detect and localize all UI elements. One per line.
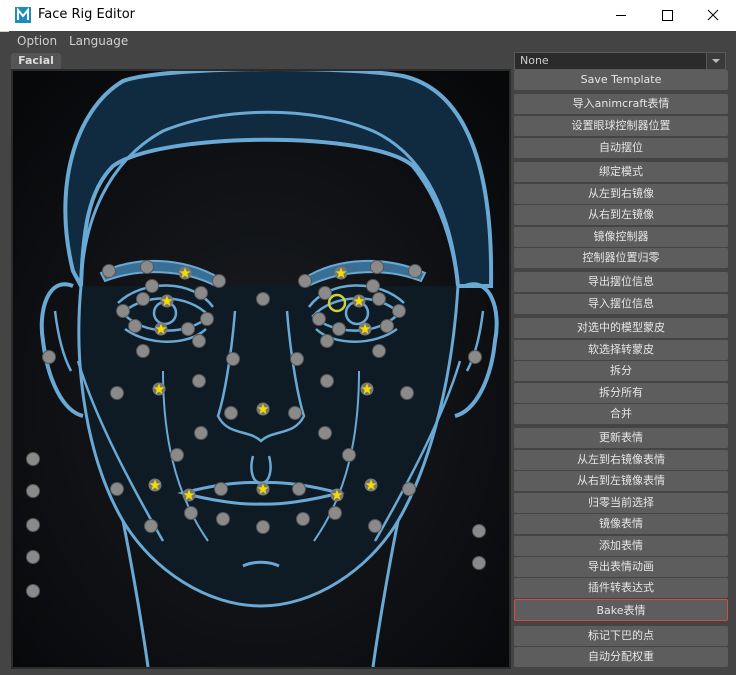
title-bar: Face Rig Editor	[0, 0, 736, 32]
save-template-button[interactable]: Save Template	[514, 70, 728, 90]
update-expression-button[interactable]: 更新表情	[514, 428, 728, 448]
mirror-controller-button[interactable]: 镜像控制器	[514, 227, 728, 247]
mirror-expression-button[interactable]: 镜像表情	[514, 514, 728, 534]
bind-mode-button[interactable]: 绑定模式	[514, 162, 728, 182]
auto-place-button[interactable]: 自动摆位	[514, 138, 728, 158]
merge-button[interactable]: 合并	[514, 404, 728, 424]
set-eye-controller-button[interactable]: 设置眼球控制器位置	[514, 116, 728, 136]
close-icon	[707, 9, 719, 21]
reset-current-selection-button[interactable]: 归零当前选择	[514, 493, 728, 513]
close-button[interactable]	[690, 0, 736, 31]
face-diagram[interactable]	[13, 67, 509, 668]
auto-assign-weights-button[interactable]: 自动分配权重	[514, 647, 728, 667]
menu-bar: Option Language	[9, 31, 736, 51]
split-button[interactable]: 拆分	[514, 361, 728, 381]
window-title: Face Rig Editor	[38, 7, 136, 22]
bake-expression-button[interactable]: Bake表情	[514, 599, 728, 621]
chevron-down-icon	[706, 53, 725, 69]
import-placement-button[interactable]: 导入摆位信息	[514, 294, 728, 314]
mirror-left-to-right-button[interactable]: 从左到右镜像	[514, 184, 728, 204]
maximize-icon	[662, 10, 673, 21]
menu-option[interactable]: Option	[17, 34, 57, 48]
export-placement-button[interactable]: 导出摆位信息	[514, 272, 728, 292]
menu-language[interactable]: Language	[69, 34, 128, 48]
maya-icon	[15, 7, 31, 23]
add-expression-button[interactable]: 添加表情	[514, 536, 728, 556]
import-animcraft-button[interactable]: 导入animcraft表情	[514, 94, 728, 114]
mirror-expression-left-to-right-button[interactable]: 从左到右镜像表情	[514, 450, 728, 470]
plugin-to-expression-button[interactable]: 插件转表达式	[514, 578, 728, 598]
minimize-icon	[616, 15, 626, 16]
mirror-expression-right-to-left-button[interactable]: 从右到左镜像表情	[514, 471, 728, 491]
export-expression-animation-button[interactable]: 导出表情动画	[514, 557, 728, 577]
template-dropdown[interactable]: None	[514, 52, 726, 70]
skin-selected-model-button[interactable]: 对选中的模型蒙皮	[514, 318, 728, 338]
mirror-right-to-left-button[interactable]: 从右到左镜像	[514, 205, 728, 225]
minimize-button[interactable]	[598, 0, 644, 31]
tab-facial[interactable]: Facial	[11, 53, 61, 69]
maximize-button[interactable]	[644, 0, 690, 31]
main-area: Facial None Save Template 导入animcraft表情 …	[9, 51, 736, 675]
soft-select-to-skin-button[interactable]: 软选择转蒙皮	[514, 340, 728, 360]
mark-chin-points-button[interactable]: 标记下巴的点	[514, 626, 728, 646]
template-dropdown-value: None	[520, 54, 549, 67]
reset-controller-position-button[interactable]: 控制器位置归零	[514, 248, 728, 268]
split-all-button[interactable]: 拆分所有	[514, 383, 728, 403]
face-canvas[interactable]	[11, 67, 511, 669]
